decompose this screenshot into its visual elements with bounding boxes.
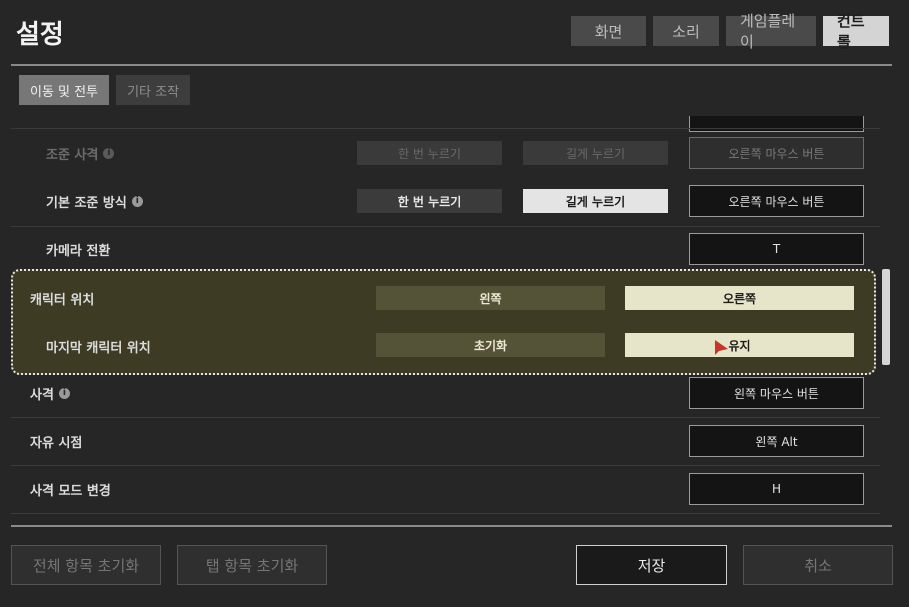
- aim-mode-label: 기본 조준 방식: [46, 195, 127, 211]
- aim-shot-option-tap[interactable]: 한 번 누르기: [357, 141, 502, 165]
- aim-shot-option-hold[interactable]: 길게 누르기: [523, 141, 668, 165]
- fire-mode-change-label: 사격 모드 변경: [30, 483, 111, 499]
- row-fire: 사격 i 왼쪽 마우스 버튼: [11, 373, 880, 413]
- tab-controls[interactable]: 컨트롤: [823, 12, 889, 51]
- info-icon[interactable]: i: [103, 147, 115, 159]
- settings-list[interactable]: 조준 사격 i 한 번 누르기 길게 누르기 오른쪽 마우스 버튼 기본 조준 …: [11, 116, 880, 522]
- row-camera-switch: 카메라 전환 T: [11, 229, 880, 269]
- aim-shot-label: 조준 사격: [46, 147, 99, 163]
- fire-mode-change-keybind[interactable]: H: [689, 473, 864, 505]
- aim-mode-option-hold[interactable]: 길게 누르기: [523, 189, 668, 213]
- subtab-movement-combat[interactable]: 이동 및 전투: [19, 75, 110, 105]
- subtab-other-controls[interactable]: 기타 조작: [116, 75, 191, 105]
- tab-display[interactable]: 화면: [571, 16, 646, 46]
- keybind-previous-row[interactable]: [689, 116, 864, 132]
- row-aim-shot: 조준 사격 i 한 번 누르기 길게 누르기 오른쪽 마우스 버튼: [11, 133, 880, 173]
- free-look-label: 자유 시점: [30, 435, 83, 451]
- footer-divider: [11, 525, 892, 527]
- aim-mode-option-tap[interactable]: 한 번 누르기: [357, 189, 502, 213]
- fire-label: 사격: [30, 387, 54, 403]
- page-title: 설정: [16, 20, 64, 50]
- aim-shot-keybind[interactable]: 오른쪽 마우스 버튼: [689, 137, 864, 169]
- row-fire-mode-change: 사격 모드 변경 H: [11, 469, 880, 509]
- top-tab-bar: 화면 소리 게임플레이 컨트롤: [571, 12, 889, 51]
- highlighted-settings-group: 캐릭터 위치 왼쪽 오른쪽 마지막 캐릭터 위치 초기화 유지: [11, 269, 876, 375]
- reset-all-button[interactable]: 전체 항목 초기화: [11, 545, 161, 585]
- camera-switch-label: 카메라 전환: [46, 243, 111, 259]
- row-free-look: 자유 시점 왼쪽 Alt: [11, 421, 880, 461]
- save-button[interactable]: 저장: [576, 545, 727, 585]
- row-aim-mode: 기본 조준 방식 i 한 번 누르기 길게 누르기 오른쪽 마우스 버튼: [11, 181, 880, 221]
- camera-switch-keybind[interactable]: T: [689, 233, 864, 265]
- character-position-option-right[interactable]: 오른쪽: [625, 286, 854, 310]
- info-icon[interactable]: i: [131, 195, 143, 207]
- free-look-keybind[interactable]: 왼쪽 Alt: [689, 425, 864, 457]
- character-position-label: 캐릭터 위치: [30, 292, 95, 308]
- row-divider: [11, 417, 880, 418]
- row-divider: [11, 465, 880, 466]
- character-position-option-left[interactable]: 왼쪽: [376, 286, 605, 310]
- scrollbar-thumb[interactable]: [882, 269, 890, 365]
- cancel-button[interactable]: 취소: [743, 545, 893, 585]
- info-icon[interactable]: i: [58, 387, 70, 399]
- mouse-cursor-icon: [715, 340, 728, 355]
- tab-sound[interactable]: 소리: [653, 16, 719, 46]
- last-character-position-option-keep[interactable]: 유지: [625, 333, 854, 357]
- row-divider: [11, 513, 880, 514]
- fire-keybind[interactable]: 왼쪽 마우스 버튼: [689, 377, 864, 409]
- aim-mode-keybind[interactable]: 오른쪽 마우스 버튼: [689, 185, 864, 217]
- last-character-position-label: 마지막 캐릭터 위치: [46, 340, 151, 356]
- last-character-position-option-reset[interactable]: 초기화: [376, 333, 605, 357]
- sub-tab-bar: 이동 및 전투 기타 조작: [19, 75, 191, 105]
- header-divider: [11, 64, 892, 66]
- row-divider: [11, 128, 880, 129]
- tab-gameplay[interactable]: 게임플레이: [726, 12, 816, 51]
- row-divider: [11, 226, 880, 227]
- reset-tab-button[interactable]: 탭 항목 초기화: [177, 545, 327, 585]
